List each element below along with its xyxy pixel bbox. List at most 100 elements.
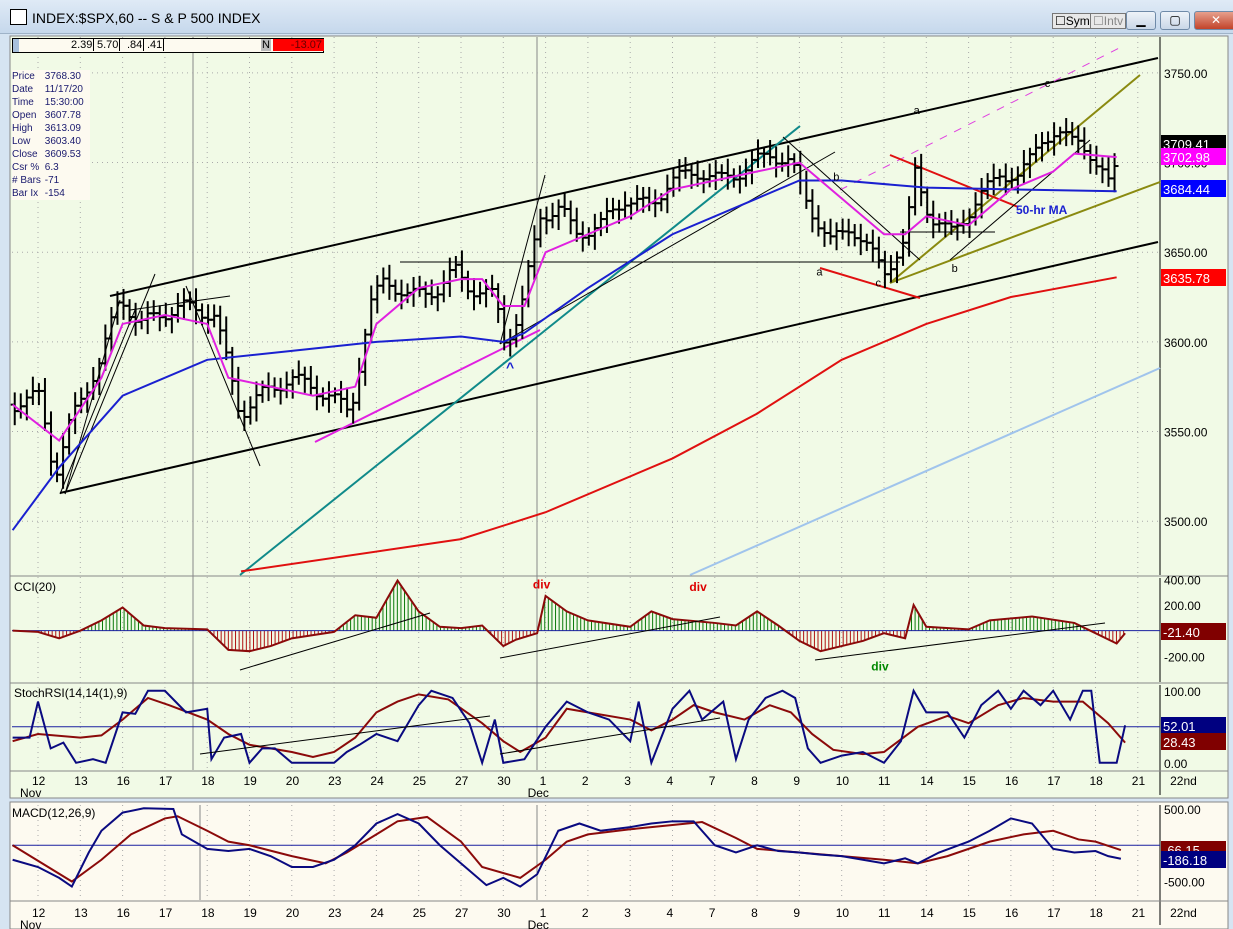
info-key: Open — [12, 110, 37, 121]
date-tick-label: 2 — [582, 906, 589, 920]
net-change: -13.07 — [273, 39, 324, 51]
info-value: 15:30:00 — [44, 97, 84, 108]
wave-label: c — [1045, 78, 1051, 90]
macd-axis-label: 500.00 — [1164, 803, 1201, 817]
quote-bar: 2.39 5.70 .84 .41 N -13.07 — [12, 38, 324, 53]
info-value: -154 — [44, 188, 65, 199]
info-row: Close 3609.53 — [12, 148, 90, 161]
info-key: Bar Ix — [12, 188, 39, 199]
date-tick-label: 20 — [286, 906, 300, 920]
chart-canvas[interactable]: 3750.003700.003650.003600.003550.003500.… — [0, 0, 1233, 929]
date-tick-label: 16 — [1005, 906, 1019, 920]
data-window: Price 3768.30 Date 11/17/20 Time 15:30:00 O… — [12, 70, 90, 200]
info-row: Low 3603.40 — [12, 135, 90, 148]
date-tick-label: 25 — [413, 906, 427, 920]
date-tick-label: 7 — [709, 906, 716, 920]
date-tick-label: 8 — [751, 906, 758, 920]
date-tick-label: 20 — [286, 774, 300, 788]
info-key: Price — [12, 71, 35, 82]
ma50-badge: 3684.44 — [1163, 182, 1210, 197]
stoch-axis-label: 0.00 — [1164, 757, 1188, 771]
month-label: Dec — [528, 786, 549, 800]
date-tick-label: 4 — [667, 906, 674, 920]
quote-flag: N — [261, 39, 271, 51]
date-tick-label: 19 — [244, 774, 258, 788]
date-tick-label: 9 — [793, 906, 800, 920]
macd-axis-label: -500.00 — [1164, 876, 1205, 890]
date-tick-label: 11 — [878, 774, 891, 788]
info-row: # Bars -71 — [12, 174, 90, 187]
info-value: 3609.53 — [44, 149, 81, 160]
date-tick-label: 13 — [74, 906, 88, 920]
quote-bar-handle — [13, 39, 19, 52]
wave-label: c — [876, 277, 882, 289]
date-tick-label: 14 — [920, 906, 934, 920]
date-tick-label: 8 — [751, 774, 758, 788]
price-axis-label: 3750.00 — [1164, 67, 1208, 81]
price-axis-label: 3500.00 — [1164, 515, 1208, 529]
info-row: Bar Ix -154 — [12, 187, 90, 200]
date-tick-label: 11 — [878, 906, 891, 920]
date-tick-label: 17 — [159, 906, 173, 920]
stoch-k-badge: 52.01 — [1163, 719, 1196, 734]
date-tick-label: 7 — [709, 774, 716, 788]
date-tick-label: 21 — [1132, 774, 1146, 788]
quote-cell: .41 — [147, 39, 165, 51]
info-key: Date — [12, 84, 34, 95]
info-value: 11/17/20 — [44, 84, 83, 95]
divergence-label: div — [533, 577, 551, 591]
date-tick-label: 22nd — [1170, 906, 1197, 920]
month-label: Nov — [20, 918, 41, 929]
info-value: 3613.09 — [44, 123, 81, 134]
date-tick-label: 18 — [201, 906, 215, 920]
info-value: 3607.78 — [44, 110, 81, 121]
date-tick-label: 18 — [1090, 774, 1104, 788]
ma50-label: 50-hr MA — [1016, 203, 1068, 217]
date-tick-label: 15 — [963, 774, 977, 788]
divergence-label: div — [689, 580, 707, 594]
info-key: High — [12, 123, 33, 134]
cci-axis-label: 400.00 — [1164, 573, 1201, 587]
date-tick-label: 21 — [1132, 906, 1146, 920]
stoch-d-badge: 28.43 — [1163, 735, 1196, 750]
quote-cell: .84 — [127, 39, 145, 51]
date-tick-label: 16 — [117, 774, 131, 788]
month-label: Nov — [20, 786, 41, 800]
date-tick-label: 25 — [413, 774, 427, 788]
wave-label: b — [952, 263, 958, 275]
price-axis-label: 3600.00 — [1164, 336, 1208, 350]
date-tick-label: 9 — [793, 774, 800, 788]
cci-axis-label: 200.00 — [1164, 599, 1201, 613]
info-row: Time 15:30:00 — [12, 96, 90, 109]
quote-cell: 2.39 — [71, 39, 95, 51]
info-key: # Bars — [12, 175, 41, 186]
date-tick-label: 17 — [1047, 906, 1061, 920]
date-tick-label: 10 — [836, 906, 850, 920]
date-tick-label: 24 — [370, 774, 384, 788]
info-key: Low — [12, 136, 31, 147]
month-label: Dec — [528, 918, 549, 929]
date-tick-label: 2 — [582, 774, 589, 788]
cci-axis-label: -200.00 — [1164, 650, 1205, 664]
info-value: 6.3 — [44, 162, 59, 173]
info-key: Close — [12, 149, 38, 160]
caret-marker: ^ — [506, 359, 514, 375]
info-value: 3768.30 — [44, 71, 81, 82]
date-tick-label: 27 — [455, 906, 469, 920]
date-tick-label: 16 — [1005, 774, 1019, 788]
price-axis-label: 3550.00 — [1164, 426, 1208, 440]
ma-long-badge: 3635.78 — [1163, 271, 1210, 286]
date-tick-label: 18 — [201, 774, 215, 788]
wave-label: a — [914, 105, 921, 117]
date-tick-label: 22nd — [1170, 774, 1197, 788]
macd-value-badge: -186.18 — [1163, 853, 1207, 868]
divergence-label: div — [871, 659, 889, 673]
date-tick-label: 15 — [963, 906, 977, 920]
date-tick-label: 19 — [244, 906, 258, 920]
date-tick-label: 10 — [836, 774, 850, 788]
date-tick-label: 17 — [1047, 774, 1061, 788]
date-tick-label: 16 — [117, 906, 131, 920]
info-value: 3603.40 — [44, 136, 81, 147]
date-tick-label: 17 — [159, 774, 173, 788]
wave-label: b — [833, 171, 839, 183]
